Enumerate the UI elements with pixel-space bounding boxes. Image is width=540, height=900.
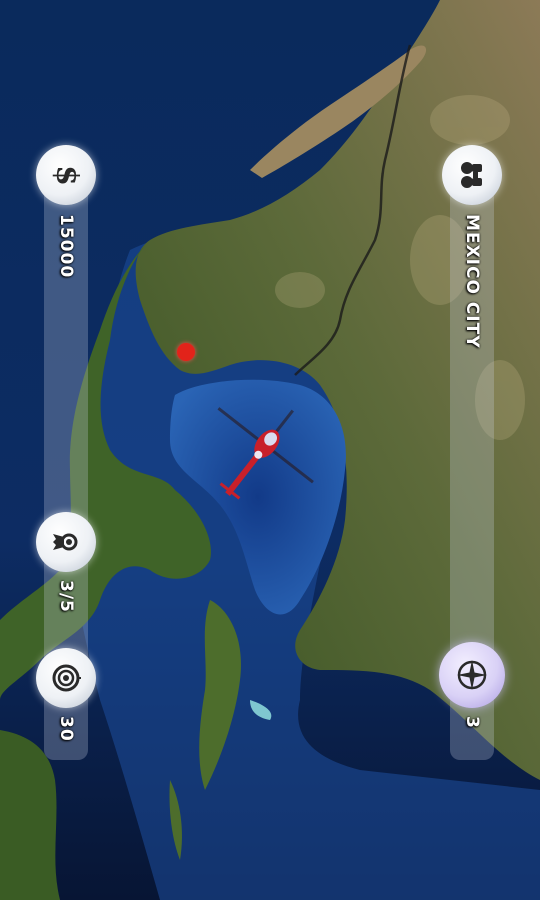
ribbon-icon — [53, 533, 78, 551]
compass-button[interactable] — [439, 642, 505, 708]
binoculars-icon — [461, 162, 482, 188]
money-value: 15000 — [56, 214, 76, 279]
compass-value: 3 — [462, 716, 482, 729]
money-button[interactable]: $ — [36, 145, 96, 205]
target-pin[interactable] — [177, 343, 195, 361]
fuel-value: 30 — [56, 716, 76, 742]
destination-button[interactable] — [442, 145, 502, 205]
destination-name: MEXICO CITY — [462, 214, 482, 349]
target-button[interactable] — [36, 648, 96, 708]
level-value: 3/5 — [56, 580, 76, 613]
compass-icon — [457, 660, 487, 690]
target-icon — [52, 664, 81, 692]
dollar-icon: $ — [48, 164, 84, 186]
level-button[interactable] — [36, 512, 96, 572]
